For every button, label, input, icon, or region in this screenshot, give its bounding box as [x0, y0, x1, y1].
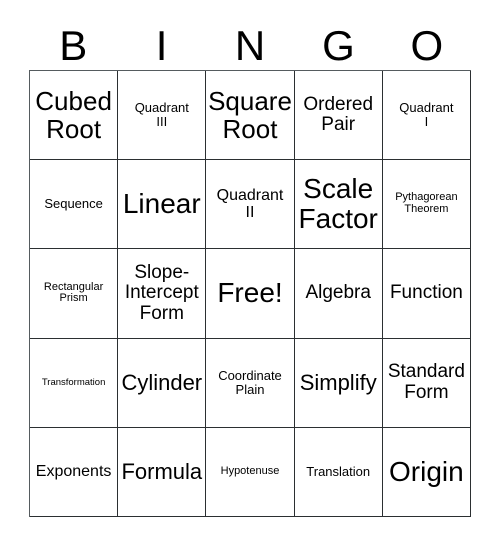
bingo-cell[interactable]: Cubed Root: [30, 71, 119, 161]
bingo-cell[interactable]: Origin: [382, 427, 471, 517]
bingo-cell[interactable]: Transformation: [30, 338, 119, 428]
bingo-header-letter-b: B: [29, 21, 117, 70]
bingo-cell-label: Quadrant III: [134, 100, 189, 130]
bingo-cell-label: Sequence: [44, 196, 103, 212]
bingo-cell[interactable]: Exponents: [30, 427, 119, 517]
bingo-header-letter-g: G: [294, 21, 382, 70]
bingo-cell-label: Cylinder: [121, 369, 203, 395]
bingo-cell[interactable]: Quadrant I: [382, 71, 471, 161]
bingo-cell[interactable]: Sequence: [30, 160, 119, 250]
bingo-cell-label: Square Root: [208, 86, 292, 145]
header-letter-text: G: [322, 21, 355, 69]
bingo-cell[interactable]: Formula: [118, 427, 207, 517]
header-letter-text: I: [155, 21, 168, 69]
bingo-cell-label: Coordinate Plain: [218, 367, 282, 397]
bingo-cell[interactable]: Simplify: [294, 338, 383, 428]
bingo-card: B I N G O Cubed Root Quadrant III Square…: [0, 0, 500, 544]
bingo-cell-label: Formula: [121, 459, 203, 485]
bingo-cell-label: Translation: [306, 463, 371, 479]
bingo-cell-label: Algebra: [305, 282, 371, 304]
header-letter-text: B: [59, 21, 88, 69]
header-letter-text: O: [410, 21, 444, 69]
bingo-grid: Cubed Root Quadrant III Square Root Orde…: [29, 70, 471, 517]
bingo-cell-label: Standard Form: [387, 361, 465, 403]
bingo-cell-free-space[interactable]: Free!: [206, 249, 295, 339]
bingo-header-letter-i: I: [117, 21, 205, 70]
bingo-cell[interactable]: Standard Form: [382, 338, 471, 428]
bingo-cell-label: Origin: [389, 455, 464, 487]
bingo-cell[interactable]: Coordinate Plain: [206, 338, 295, 428]
bingo-cell-label: Transformation: [41, 376, 106, 388]
bingo-cell-label: Free!: [217, 277, 283, 309]
bingo-cell[interactable]: Square Root: [206, 71, 295, 161]
bingo-cell[interactable]: Quadrant II: [206, 160, 295, 250]
bingo-cell[interactable]: Algebra: [294, 249, 383, 339]
bingo-cell-label: Function: [389, 282, 463, 304]
bingo-cell-label: Exponents: [35, 463, 112, 481]
bingo-cell-label: Rectangular Prism: [43, 280, 104, 305]
bingo-cell[interactable]: Hypotenuse: [206, 427, 295, 517]
bingo-cell[interactable]: Ordered Pair: [294, 71, 383, 161]
bingo-cell[interactable]: Translation: [294, 427, 383, 517]
bingo-header: B I N G O: [29, 21, 471, 70]
bingo-cell[interactable]: Slope- Intercept Form: [118, 249, 207, 339]
bingo-cell-label: Ordered Pair: [303, 93, 374, 136]
bingo-cell[interactable]: Cylinder: [118, 338, 207, 428]
header-letter-text: N: [234, 21, 266, 69]
bingo-cell[interactable]: Quadrant III: [118, 71, 207, 161]
bingo-cell-label: Scale Factor: [298, 173, 378, 235]
bingo-header-letter-o: O: [383, 21, 471, 70]
bingo-cell[interactable]: Scale Factor: [294, 160, 383, 250]
bingo-header-letter-n: N: [206, 21, 294, 70]
bingo-cell[interactable]: Function: [382, 249, 471, 339]
bingo-cell-label: Hypotenuse: [220, 464, 280, 477]
bingo-cell[interactable]: Pythagorean Theorem: [382, 160, 471, 250]
bingo-cell-label: Simplify: [299, 369, 377, 395]
bingo-cell-label: Slope- Intercept Form: [124, 261, 199, 324]
bingo-cell[interactable]: Rectangular Prism: [30, 249, 119, 339]
bingo-cell-label: Quadrant II: [216, 187, 284, 222]
bingo-cell-label: Quadrant I: [399, 100, 454, 130]
bingo-cell[interactable]: Linear: [118, 160, 207, 250]
bingo-cell-label: Cubed Root: [35, 86, 112, 145]
bingo-cell-label: Pythagorean Theorem: [395, 191, 458, 216]
bingo-cell-label: Linear: [122, 188, 201, 220]
